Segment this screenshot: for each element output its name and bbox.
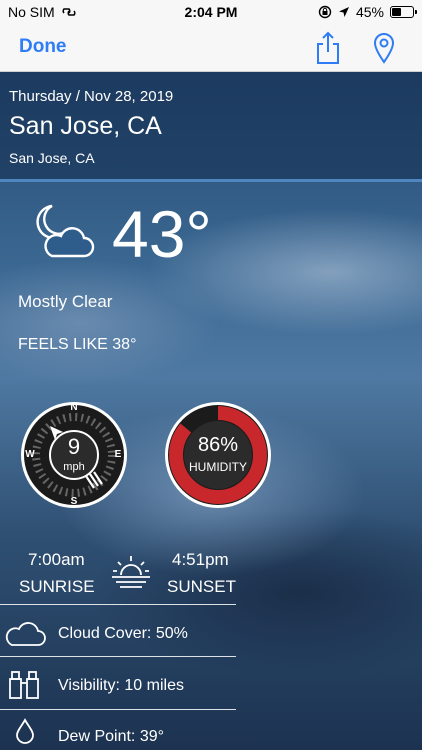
battery-percent: 45%	[355, 4, 384, 20]
status-bar: No SIM 2:04 PM 45%	[0, 0, 422, 26]
humidity-label: HUMIDITY	[189, 460, 247, 474]
sunrise-label: SUNRISE	[19, 577, 95, 596]
battery-icon	[390, 6, 417, 18]
feels-like-text: FEELS LIKE 38°	[18, 336, 137, 353]
compass-north: N	[70, 402, 78, 413]
share-icon[interactable]	[314, 30, 342, 66]
forecast-date: Thursday / Nov 28, 2019	[9, 88, 174, 105]
location-pin-icon[interactable]	[372, 32, 396, 64]
binoculars-icon	[9, 671, 39, 699]
done-button[interactable]: Done	[19, 36, 67, 58]
current-temperature: 43°	[112, 197, 212, 271]
dew-point-text: Dew Point: 39°	[58, 728, 165, 745]
location-arrow-icon	[338, 7, 349, 17]
humidity-gauge: 86% HUMIDITY	[163, 400, 273, 510]
cloud-cover-text: Cloud Cover: 50%	[58, 625, 188, 642]
droplet-icon	[16, 718, 34, 744]
region-name: San Jose, CA	[9, 150, 95, 166]
compass-south: S	[70, 496, 78, 507]
header-divider	[0, 179, 422, 182]
wind-speed: 9	[67, 434, 81, 459]
rotation-lock-icon	[318, 5, 332, 19]
city-name: San Jose, CA	[9, 112, 162, 140]
humidity-value: 86%	[197, 434, 239, 456]
divider	[0, 709, 236, 710]
condition-text: Mostly Clear	[18, 292, 113, 311]
sunrise-time: 7:00am	[28, 550, 85, 569]
wind-gauge: N S E W 9 mph	[19, 400, 129, 510]
sunset-time: 4:51pm	[172, 550, 229, 569]
visibility-text: Visibility: 10 miles	[58, 677, 184, 694]
divider	[0, 656, 236, 657]
cloud-icon	[5, 622, 46, 646]
sunrise-icon	[112, 556, 150, 588]
sunset-label: SUNSET	[167, 577, 236, 596]
navigation-bar: Done	[0, 26, 422, 72]
divider	[0, 604, 236, 605]
wind-unit: mph	[63, 461, 85, 473]
moon-cloud-icon	[36, 204, 95, 258]
